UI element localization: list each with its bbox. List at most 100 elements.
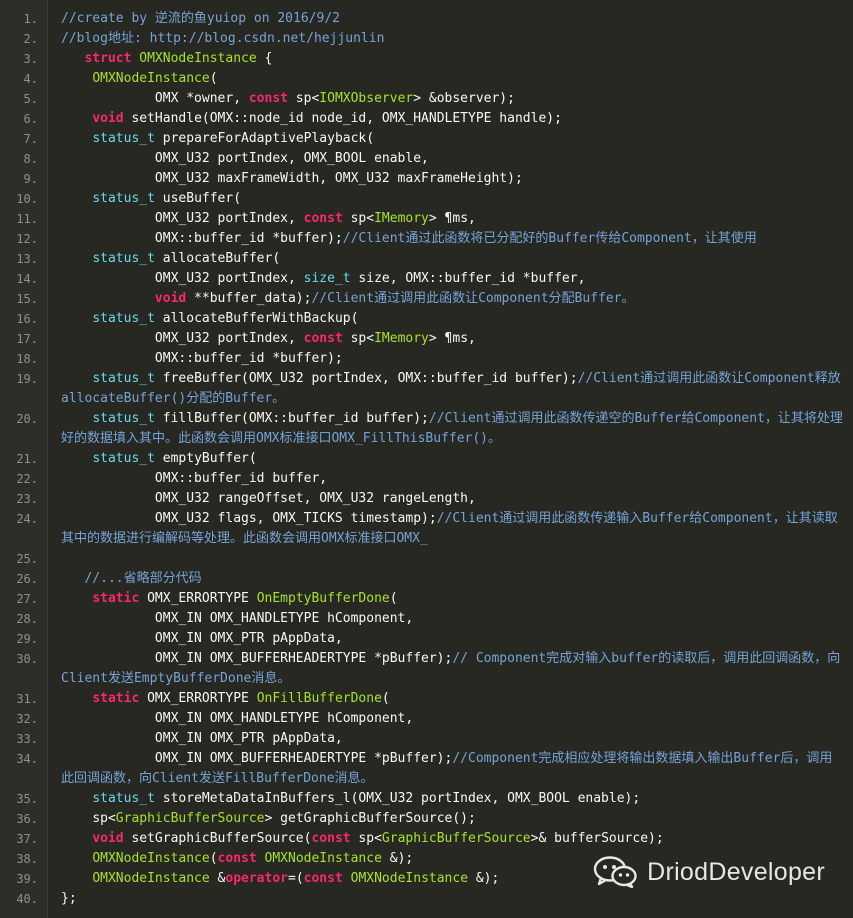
code-token: void (92, 111, 124, 126)
code-token: useBuffer( (154, 191, 242, 206)
line-number: 14. (16, 272, 38, 286)
line-number: 27. (16, 592, 38, 606)
code-line: 5. OMX *owner, const sp<IOMXObserver> &o… (0, 89, 853, 109)
line-source: OMX_U32 portIndex, size_t size, OMX::buf… (47, 269, 853, 289)
code-token: OMX_U32 rangeOffset, OMX_U32 rangeLength… (61, 491, 476, 506)
code-line: 6. void setHandle(OMX::node_id node_id, … (0, 109, 853, 129)
line-source: OMX_IN OMX_BUFFERHEADERTYPE *pBuffer);//… (47, 749, 853, 789)
line-number: 4. (23, 72, 38, 86)
line-source: static OMX_ERRORTYPE OnEmptyBufferDone( (47, 589, 853, 609)
code-line: 8. OMX_U32 portIndex, OMX_BOOL enable, (0, 149, 853, 169)
code-token: OMXNodeInstance (264, 851, 382, 866)
line-source: struct OMXNodeInstance { (47, 49, 853, 69)
line-number: 10. (16, 192, 38, 206)
code-line: 9. OMX_U32 maxFrameWidth, OMX_U32 maxFra… (0, 169, 853, 189)
line-number: 6. (23, 112, 38, 126)
line-source: static OMX_ERRORTYPE OnFillBufferDone( (47, 689, 853, 709)
code-token: OMX_U32 portIndex, (61, 211, 304, 226)
line-number: 28. (16, 612, 38, 626)
code-line: 4. OMXNodeInstance( (0, 69, 853, 89)
code-token: IOMXObserver (319, 91, 414, 106)
code-token: > getGraphicBufferSource(); (264, 811, 476, 826)
code-token: const (303, 871, 343, 886)
code-token: status_t (92, 251, 155, 266)
code-token: //blog地址: http://blog.csdn.net/hejjunlin (61, 31, 385, 46)
code-line: 30. OMX_IN OMX_BUFFERHEADERTYPE *pBuffer… (0, 649, 853, 689)
line-number: 39. (16, 872, 38, 886)
code-token: OMXNodeInstance (92, 851, 210, 866)
code-token: IMemory (374, 331, 429, 346)
code-line: 34. OMX_IN OMX_BUFFERHEADERTYPE *pBuffer… (0, 749, 853, 789)
line-number: 38. (16, 852, 38, 866)
code-token: const (303, 331, 343, 346)
code-token: OMX_IN OMX_BUFFERHEADERTYPE *pBuffer); (61, 751, 453, 766)
code-token: prepareForAdaptivePlayback( (154, 131, 375, 146)
line-number: 35. (16, 792, 38, 806)
code-line: 15. void **buffer_data);//Client通过调用此函数让… (0, 289, 853, 309)
line-source: void setHandle(OMX::node_id node_id, OMX… (47, 109, 853, 129)
code-token: OnEmptyBufferDone (256, 591, 390, 606)
line-number: 20. (16, 412, 38, 426)
line-source: OMX_U32 maxFrameWidth, OMX_U32 maxFrameH… (47, 169, 853, 189)
line-number: 5. (23, 92, 38, 106)
code-token: size, OMX::buffer_id *buffer, (350, 271, 586, 286)
code-token: status_t (92, 791, 155, 806)
line-source: status_t useBuffer( (47, 189, 853, 209)
line-source: OMX::buffer_id *buffer);//Client通过此函数将已分… (47, 229, 853, 249)
line-number: 7. (23, 132, 38, 146)
code-token: OMX_U32 portIndex, OMX_BOOL enable, (61, 151, 429, 166)
code-token: OMX_IN OMX_HANDLETYPE hComponent, (61, 611, 414, 626)
code-line: 16. status_t allocateBufferWithBackup( (0, 309, 853, 329)
code-token: OMX::buffer_id buffer, (61, 471, 328, 486)
code-token: OMXNodeInstance (350, 871, 469, 886)
code-token: OMXNodeInstance (92, 871, 210, 886)
line-source: OMX_U32 flags, OMX_TICKS timestamp);//Cl… (47, 509, 853, 549)
code-token: struct (84, 51, 132, 66)
code-token: setHandle(OMX::node_id node_id, OMX_HAND… (123, 111, 562, 126)
line-source: OMX *owner, const sp<IOMXObserver> &obse… (47, 89, 853, 109)
code-token: const (248, 91, 288, 106)
line-number: 36. (16, 812, 38, 826)
code-token: //Client通过调用此函数让Component分配Buffer。 (311, 291, 635, 306)
code-token: static (92, 691, 140, 706)
code-token: OnFillBufferDone (256, 691, 382, 706)
line-source: OMX_IN OMX_PTR pAppData, (47, 729, 853, 749)
line-source: status_t fillBuffer(OMX::buffer_id buffe… (47, 409, 853, 449)
code-token: }; (61, 891, 77, 906)
code-token: OMX_U32 portIndex, (61, 271, 304, 286)
code-line: 19. status_t freeBuffer(OMX_U32 portInde… (0, 369, 853, 409)
line-number: 11. (16, 212, 38, 226)
code-line: 17. OMX_U32 portIndex, const sp<IMemory>… (0, 329, 853, 349)
code-token: operator (225, 871, 288, 886)
code-line: 37. void setGraphicBufferSource(const sp… (0, 829, 853, 849)
line-number: 34. (16, 752, 38, 766)
watermark: DriodDeveloper (593, 856, 825, 888)
code-token: =( (288, 871, 304, 886)
line-number: 21. (16, 452, 38, 466)
code-token: allocateBuffer( (154, 251, 281, 266)
code-line: 28. OMX_IN OMX_HANDLETYPE hComponent, (0, 609, 853, 629)
code-line: 7. status_t prepareForAdaptivePlayback( (0, 129, 853, 149)
code-token: OMX_ERRORTYPE (139, 691, 257, 706)
code-line: 32. OMX_IN OMX_HANDLETYPE hComponent, (0, 709, 853, 729)
line-source: OMXNodeInstance( (47, 69, 853, 89)
line-source: void **buffer_data);//Client通过调用此函数让Comp… (47, 289, 853, 309)
code-token: ( (209, 71, 218, 86)
line-source: OMX_U32 rangeOffset, OMX_U32 rangeLength… (47, 489, 853, 509)
line-number: 12. (16, 232, 38, 246)
code-token: storeMetaDataInBuffers_l(OMX_U32 portInd… (154, 791, 641, 806)
line-source: OMX_IN OMX_HANDLETYPE hComponent, (47, 709, 853, 729)
code-line: 33. OMX_IN OMX_PTR pAppData, (0, 729, 853, 749)
code-token: status_t (92, 411, 155, 426)
